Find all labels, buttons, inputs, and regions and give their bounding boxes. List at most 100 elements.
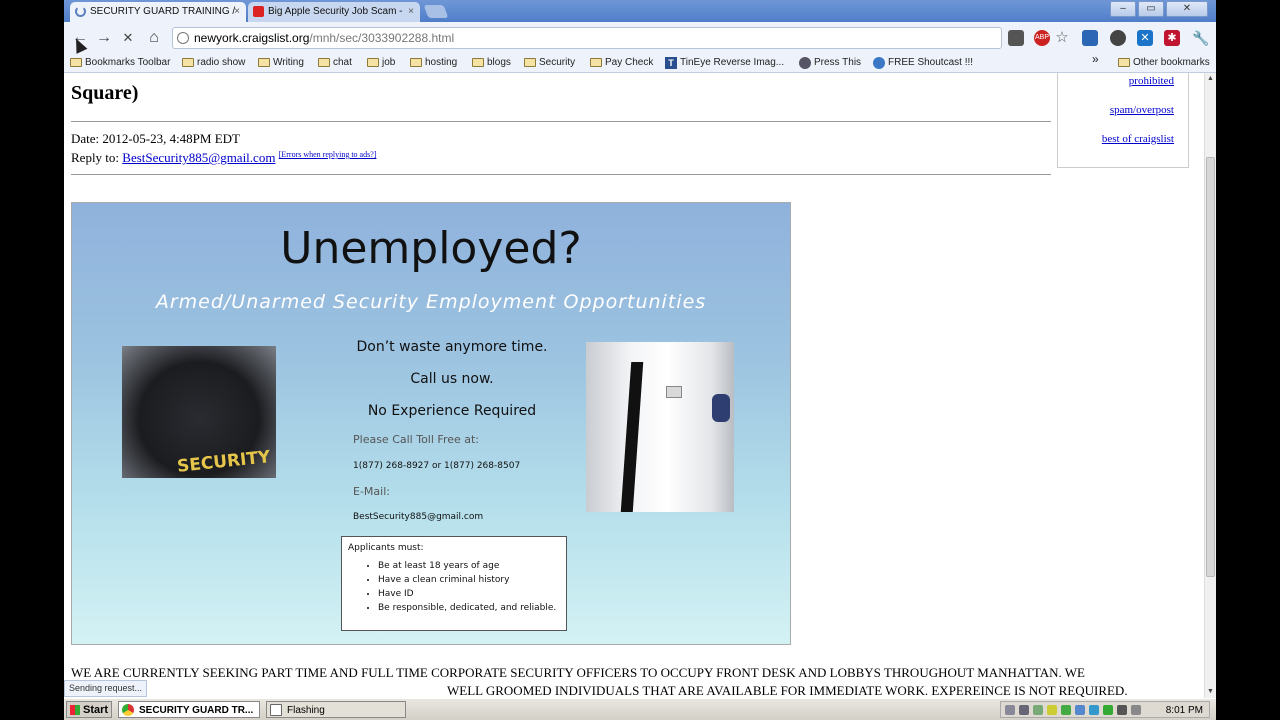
taskbar-item-browser[interactable]: SECURITY GUARD TR... (118, 701, 260, 718)
folder-icon (258, 58, 270, 67)
reply-errors-link[interactable]: [Errors when replying to ads?] (279, 150, 377, 159)
new-tab-button[interactable] (423, 5, 449, 18)
bookmark-label: Press This (814, 57, 862, 68)
scrollbar-thumb[interactable] (1206, 157, 1215, 577)
list-item: Be responsible, dedicated, and reliable. (378, 601, 556, 615)
bookmark-bookmarks-toolbar[interactable]: Bookmarks Toolbar (70, 56, 170, 70)
taskbar-clock: 8:01 PM (1165, 705, 1203, 716)
scroll-up-arrow-icon[interactable]: ▲ (1205, 73, 1216, 85)
badge-shape (666, 386, 682, 398)
screen-capture-icon[interactable] (1082, 30, 1098, 46)
body-line: WE ARE CURRENTLY SEEKING PART TIME AND F… (71, 665, 1085, 680)
flyer-call-label: Please Call Toll Free at: (353, 433, 480, 446)
loading-spinner-icon (75, 6, 86, 17)
tab-strip: SECURITY GUARD TRAINING / × Big Apple Se… (64, 0, 1216, 22)
bookmark-label: radio show (197, 57, 246, 68)
flyer-phone-numbers: 1(877) 268-8927 or 1(877) 268-8507 (353, 461, 521, 471)
date-value: 2012-05-23, 4:48PM EDT (102, 131, 240, 146)
close-window-button[interactable]: ✕ (1166, 1, 1208, 17)
tab-security-guard-training[interactable]: SECURITY GUARD TRAINING / × (70, 2, 246, 22)
system-tray: 8:01 PM (1000, 701, 1210, 718)
bookmark-press-this[interactable]: Press This (799, 56, 861, 70)
spam-overpost-link[interactable]: spam/overpost (1110, 104, 1174, 116)
bookmark-label: Security (539, 57, 576, 68)
bookmark-label: Other bookmarks (1133, 57, 1210, 68)
tab-close-icon[interactable]: × (408, 2, 414, 22)
navigation-toolbar: ← → ✕ ⌂ newyork.craigslist.org/mnh/sec/3… (64, 22, 1216, 54)
divider (71, 174, 1051, 175)
bookmark-free-shoutcast[interactable]: FREE Shoutcast !!! (873, 56, 973, 70)
home-button[interactable]: ⌂ (144, 28, 164, 48)
requirements-list: Be at least 18 years of age Have a clean… (350, 559, 556, 615)
extension-circle-icon[interactable] (1110, 30, 1126, 46)
bookmark-other-bookmarks[interactable]: Other bookmarks (1118, 56, 1210, 70)
reply-email-link[interactable]: BestSecurity885@gmail.com (122, 150, 275, 165)
volume-icon[interactable] (1131, 705, 1141, 715)
bookmark-security[interactable]: Security (524, 56, 575, 70)
best-of-craigslist-link[interactable]: best of craigslist (1102, 133, 1174, 145)
bookmark-blogs[interactable]: blogs (472, 56, 511, 70)
folder-icon (367, 58, 379, 67)
bookmark-radio-show[interactable]: radio show (182, 56, 245, 70)
bookmark-hosting[interactable]: hosting (410, 56, 457, 70)
flyer-line-dont-waste: Don’t waste anymore time. (356, 339, 548, 355)
bookmark-job[interactable]: job (367, 56, 395, 70)
youtube-icon (253, 6, 264, 17)
tray-icon[interactable] (1005, 705, 1015, 715)
security-jacket-photo: SECURITY (122, 346, 276, 478)
tray-icon[interactable] (1075, 705, 1085, 715)
posting-body: WE ARE CURRENTLY SEEKING PART TIME AND F… (71, 664, 1191, 698)
flyer-headline: Unemployed? (280, 223, 582, 274)
address-bar[interactable]: newyork.craigslist.org/mnh/sec/303390228… (172, 27, 1002, 49)
flag-icon[interactable] (1008, 30, 1024, 46)
task-label: Flashing (287, 705, 325, 716)
body-line: WELL GROOMED INDIVIDUALS THAT ARE AVAILA… (447, 683, 1128, 698)
bookmark-star-icon[interactable]: ☆ (1054, 30, 1070, 46)
maximize-button[interactable]: ▭ (1138, 1, 1164, 17)
bookmark-tineye[interactable]: T TinEye Reverse Imag... (665, 56, 784, 70)
bookmark-label: blogs (487, 57, 511, 68)
scroll-down-arrow-icon[interactable]: ▼ (1205, 686, 1216, 698)
tray-icon[interactable] (1033, 705, 1043, 715)
url-path: /mnh/sec/3033902288.html (309, 31, 455, 45)
minimize-button[interactable]: – (1110, 1, 1136, 17)
tray-icon[interactable] (1103, 705, 1113, 715)
reply-to: Reply to: BestSecurity885@gmail.com [Err… (71, 150, 376, 166)
wrench-menu-icon[interactable]: 🔧 (1192, 30, 1209, 46)
tineye-icon: T (665, 57, 677, 69)
tab-close-icon[interactable]: × (234, 2, 240, 22)
start-label: Start (83, 704, 109, 716)
forward-button[interactable]: → (94, 28, 114, 48)
folder-icon (410, 58, 422, 67)
tray-icon[interactable] (1117, 705, 1127, 715)
extension-x-icon[interactable]: ✕ (1137, 30, 1153, 46)
taskbar-item-flashing[interactable]: Flashing (266, 701, 406, 718)
folder-icon (182, 58, 194, 67)
window-icon (270, 704, 282, 716)
page-scrollbar[interactable]: ▲ ▼ (1204, 73, 1216, 698)
stop-button[interactable]: ✕ (118, 28, 138, 48)
tray-icon[interactable] (1061, 705, 1071, 715)
bookmark-label: Bookmarks Toolbar (85, 57, 171, 68)
adblock-icon[interactable]: ABP (1034, 30, 1050, 46)
security-officer-photo (586, 342, 734, 512)
prohibited-link[interactable]: prohibited (1129, 75, 1174, 87)
tab-big-apple-scam[interactable]: Big Apple Security Job Scam - × (248, 2, 420, 22)
url-host: newyork.craigslist.org (194, 31, 310, 45)
bookmark-writing[interactable]: Writing (258, 56, 304, 70)
tray-icon[interactable] (1089, 705, 1099, 715)
tray-icon[interactable] (1019, 705, 1029, 715)
start-button[interactable]: Start (66, 701, 112, 718)
date-label: Date: (71, 131, 100, 146)
bookmark-chat[interactable]: chat (318, 56, 352, 70)
tray-icon[interactable] (1047, 705, 1057, 715)
tab-label: SECURITY GUARD TRAINING / (90, 6, 236, 17)
extension-red-icon[interactable]: ✱ (1164, 30, 1180, 46)
tab-label: Big Apple Security Job Scam - (268, 6, 403, 17)
job-flyer-image: Unemployed? Armed/Unarmed Security Emplo… (71, 202, 791, 645)
flyer-email: BestSecurity885@gmail.com (353, 512, 484, 522)
page-content: Square) prohibited spam/overpost best of… (64, 73, 1204, 698)
posting-title: Square) (71, 82, 139, 104)
bookmarks-overflow-chevron[interactable]: » (1092, 52, 1099, 66)
bookmark-pay-check[interactable]: Pay Check (590, 56, 653, 70)
